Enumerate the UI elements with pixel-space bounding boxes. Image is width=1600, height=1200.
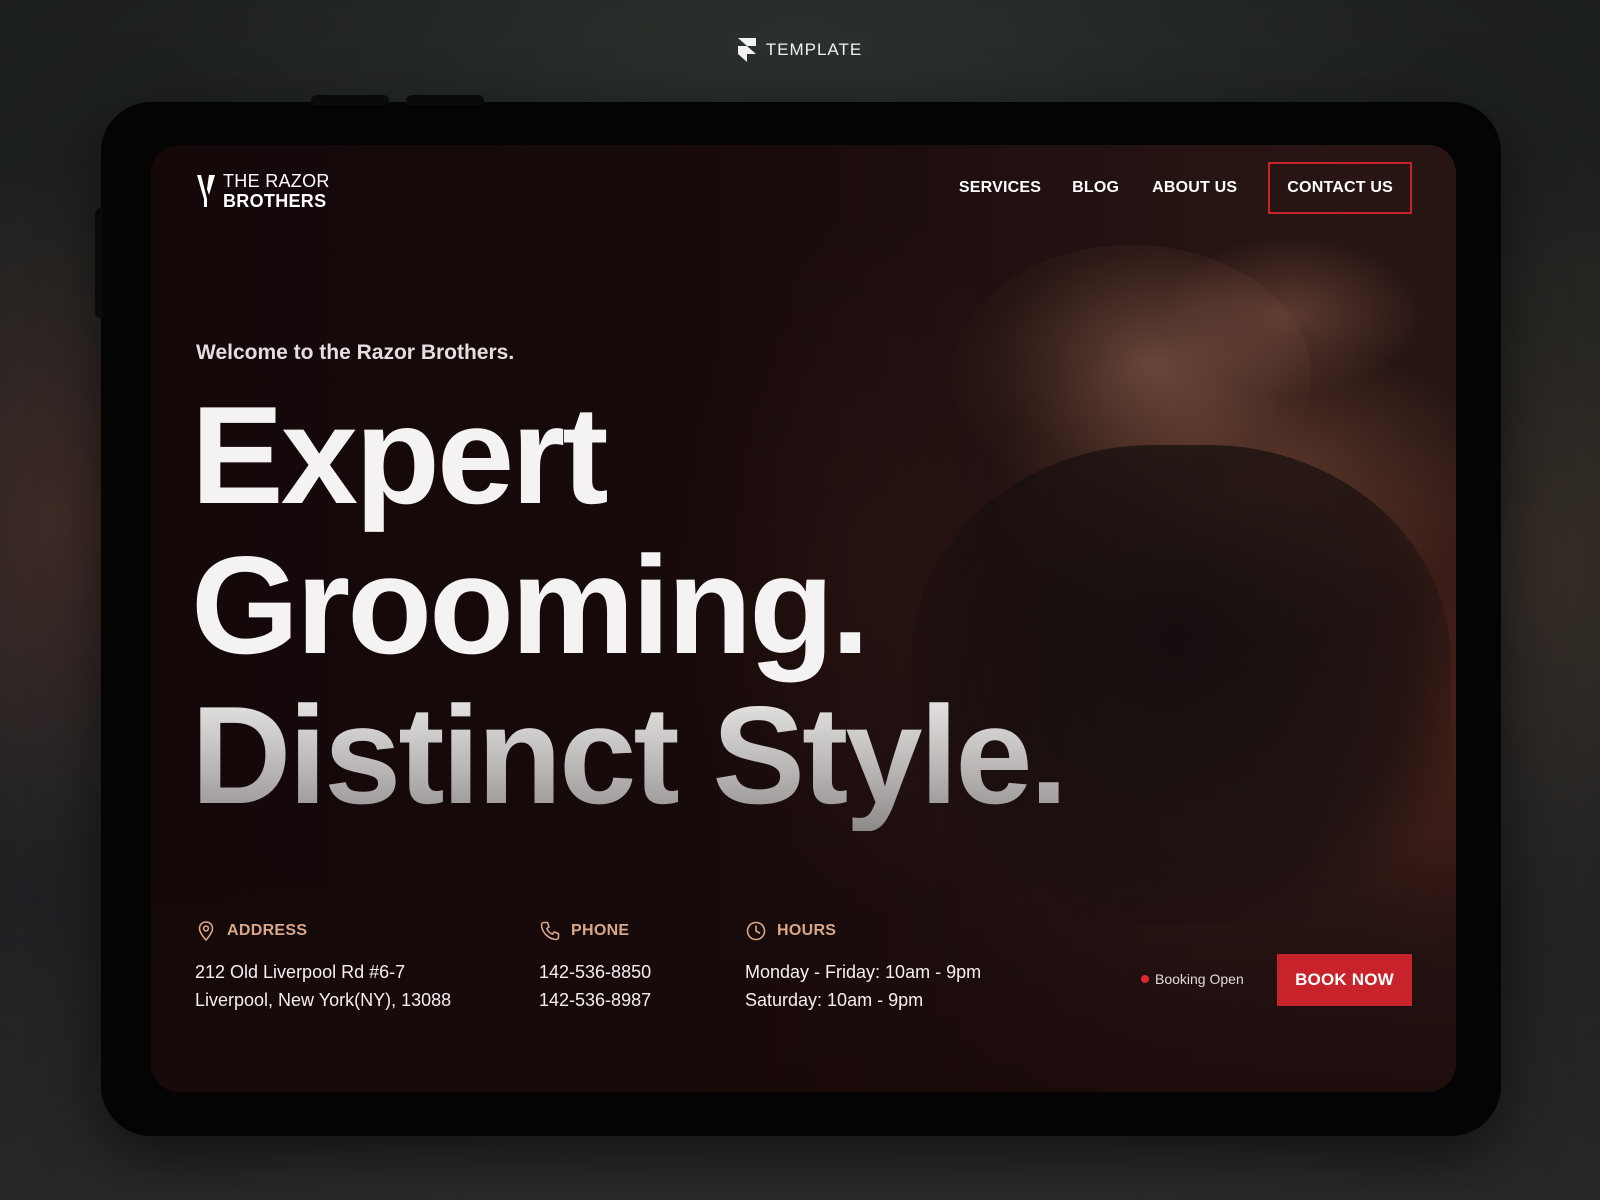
logo-line-1: THE RAZOR xyxy=(223,171,330,191)
razor-logo-icon xyxy=(197,175,215,207)
address-line-2: Liverpool, New York(NY), 13088 xyxy=(195,990,452,1010)
contact-us-button[interactable]: CONTACT US xyxy=(1268,162,1412,214)
phone-block: PHONE 142-536-8850 142-536-8987 xyxy=(539,920,651,1014)
welcome-text: Welcome to the Razor Brothers. xyxy=(196,341,515,364)
phone-number-1[interactable]: 142-536-8850 xyxy=(539,958,651,986)
address-label: ADDRESS xyxy=(227,922,308,939)
framer-logo-icon xyxy=(737,38,756,62)
nav-blog[interactable]: BLOG xyxy=(1072,179,1119,197)
site-logo[interactable]: THE RAZOR BROTHERS xyxy=(195,171,330,211)
book-now-button[interactable]: BOOK NOW xyxy=(1277,954,1412,1006)
phone-icon xyxy=(540,921,560,941)
nav-about-us[interactable]: ABOUT US xyxy=(1152,179,1237,197)
status-dot-icon xyxy=(1141,975,1149,983)
phone-number-2[interactable]: 142-536-8987 xyxy=(539,986,651,1014)
hours-block: HOURS Monday - Friday: 10am - 9pm Saturd… xyxy=(745,920,981,1014)
phone-label: PHONE xyxy=(571,922,630,939)
hero-headline: Expert Grooming. Distinct Style. xyxy=(191,378,1068,833)
template-badge[interactable]: TEMPLATE xyxy=(0,38,1600,62)
map-pin-icon xyxy=(198,921,214,942)
website-screen: THE RAZOR BROTHERS SERVICES BLOG ABOUT U… xyxy=(151,145,1456,1092)
main-nav: SERVICES BLOG ABOUT US CONTACT US xyxy=(959,162,1412,214)
address-line-1: 212 Old Liverpool Rd #6-7 xyxy=(195,962,406,982)
logo-line-2: BROTHERS xyxy=(223,191,327,211)
hours-saturday: Saturday: 10am - 9pm xyxy=(745,990,924,1010)
booking-status: Booking Open xyxy=(1141,971,1244,987)
device-button xyxy=(406,95,484,105)
address-block: ADDRESS 212 Old Liverpool Rd #6-7 Liverp… xyxy=(195,920,451,1014)
clock-icon xyxy=(746,921,766,941)
site-header: THE RAZOR BROTHERS SERVICES BLOG ABOUT U… xyxy=(151,145,1456,235)
booking-status-text: Booking Open xyxy=(1155,971,1244,987)
device-button xyxy=(311,95,389,105)
template-label: TEMPLATE xyxy=(765,40,863,59)
device-side-button xyxy=(95,208,103,318)
headline-line-2: Grooming. xyxy=(191,528,870,683)
headline-line-3: Distinct Style. xyxy=(191,678,1068,833)
hours-label: HOURS xyxy=(777,922,837,939)
headline-line-1: Expert xyxy=(191,378,609,533)
hours-weekdays: Monday - Friday: 10am - 9pm xyxy=(745,962,982,982)
nav-services[interactable]: SERVICES xyxy=(959,179,1041,197)
